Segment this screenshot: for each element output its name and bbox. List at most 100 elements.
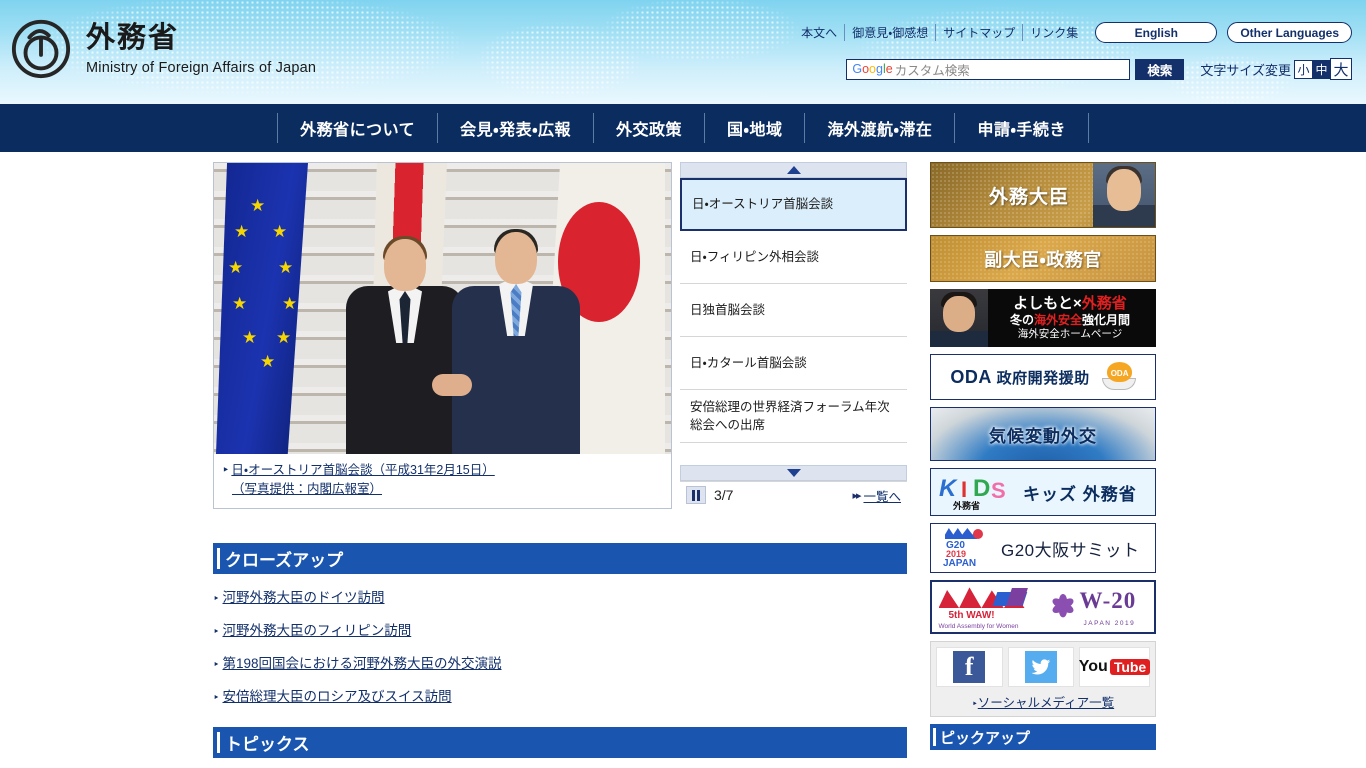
banner-climate-label: 気候変動外交 — [989, 426, 1097, 446]
w20-title: W-20 — [1079, 588, 1137, 613]
carousel-item-4[interactable]: 安倍総理の世界経済フォーラム年次総会への出席 — [680, 390, 907, 443]
banner-foreign-minister-label: 外務大臣 — [989, 186, 1070, 208]
utility-nav-bottom: Google カスタム検索 検索 文字サイズ変更 小 中 大 — [846, 58, 1352, 80]
kids-logo-icon: K I D S 外務省 — [939, 473, 1015, 511]
search-submit-button[interactable]: 検索 — [1135, 58, 1185, 80]
pickup-heading: ピックアップ — [930, 724, 1156, 750]
g20-mark-line3: JAPAN — [943, 558, 977, 569]
yoshimoto-line1-b: 外務省 — [1081, 294, 1127, 312]
utility-links: 本文へ 御意見・御感想 サイトマップ リンク集 — [794, 24, 1085, 41]
banner-waw-w20[interactable]: 5th WAW! World Assembly for Women W-20 J… — [930, 580, 1156, 634]
facebook-link[interactable]: f — [936, 647, 1003, 687]
banner-yoshimoto-safety[interactable]: よしもと×外務省 冬の海外安全強化月間 海外安全ホームページ — [930, 289, 1156, 347]
carousel-item-3[interactable]: 日・カタール首脳会談 — [680, 337, 907, 390]
oda-mascot-icon: ODA — [1101, 362, 1136, 392]
waw-logo-icon: 5th WAW! World Assembly for Women — [935, 584, 1043, 630]
banner-vice-minister-label: 副大臣・政務官 — [984, 249, 1102, 270]
utility-link-skip[interactable]: 本文へ — [794, 24, 846, 41]
nav-item-travel[interactable]: 海外渡航・滞在 — [804, 113, 954, 143]
closeup-link-1[interactable]: 河野外務大臣のフィリピン訪問 — [223, 623, 412, 638]
closeup-link-0[interactable]: 河野外務大臣のドイツ訪問 — [223, 590, 385, 605]
search-placeholder: カスタム検索 — [894, 63, 970, 78]
carousel-scroll-up-button[interactable] — [680, 162, 907, 178]
yoshimoto-line2-b: 海外安全 — [1033, 313, 1082, 328]
twitter-link[interactable] — [1007, 647, 1074, 687]
closeup-heading: クローズアップ — [213, 542, 907, 574]
social-media-box: f You Tube ‣ソーシャルメディア一覧 — [930, 641, 1156, 717]
font-size-large-button[interactable]: 大 — [1330, 58, 1352, 80]
triangle-up-icon — [786, 166, 801, 174]
banner-kids-mofa[interactable]: K I D S 外務省 キッズ 外務省 — [930, 468, 1156, 516]
carousel-caption: ‣ 日・オーストリア首脳会談（平成31年2月15日） （写真提供：内閣広報室） — [214, 454, 671, 508]
carousel-list-link[interactable]: 一覧へ — [863, 486, 901, 505]
carousel-item-2[interactable]: 日独首脳会談 — [680, 284, 907, 337]
banner-vice-minister[interactable]: 副大臣・政務官 — [930, 235, 1156, 282]
nav-item-policy[interactable]: 外交政策 — [593, 113, 704, 143]
search-input[interactable]: Google カスタム検索 — [846, 58, 1131, 80]
utility-link-sitemap[interactable]: サイトマップ — [936, 24, 1024, 41]
minister-portrait — [1093, 163, 1155, 227]
oda-label: 政府開発援助 — [996, 369, 1090, 387]
w20-sub: JAPAN 2019 — [1083, 620, 1136, 627]
carousel-controls: 3/7 ▸▸ 一覧へ — [680, 480, 907, 509]
banner-oda[interactable]: ODA 政府開発援助 ODA — [930, 354, 1156, 400]
twitter-icon — [1024, 651, 1057, 683]
oda-acronym: ODA — [950, 366, 992, 387]
utility-nav-top: 本文へ 御意見・御感想 サイトマップ リンク集 English Other La… — [794, 22, 1352, 43]
banner-foreign-minister[interactable]: 外務大臣 — [930, 162, 1156, 228]
youtube-you-text: You — [1078, 658, 1108, 675]
fast-forward-icon[interactable]: ▸▸ — [852, 489, 861, 502]
person-kurz — [346, 236, 464, 454]
google-letter-o2: o — [869, 62, 876, 76]
carousel-list-link-group: ▸▸ 一覧へ — [852, 486, 901, 505]
carousel-photo[interactable]: ★ ★ ★ ★ ★ ★ ★ ★ ★ ★ — [214, 163, 671, 454]
banner-g20-osaka[interactable]: G20 2019 JAPAN G20大阪サミット — [930, 523, 1156, 573]
google-letter-g2: g — [876, 62, 883, 76]
nav-item-procedures[interactable]: 申請・手続き — [954, 113, 1089, 143]
yoshimoto-line2-c: 強化月間 — [1082, 313, 1131, 328]
bullet-icon: ‣ — [213, 625, 220, 638]
list-item: ‣ 安倍総理大臣のロシア及びスイス訪問 — [213, 685, 907, 705]
banner-kids-label: キッズ 外務省 — [1023, 484, 1137, 504]
site-brand[interactable]: 外務省 Ministry of Foreign Affairs of Japan — [10, 18, 316, 80]
carousel-list: 日・オーストリア首脳会談 日・フィリピン外相会談 日独首脳会談 日・カタール首脳… — [680, 162, 907, 509]
kids-letter-s: S — [991, 478, 1006, 503]
other-languages-button[interactable]: Other Languages — [1227, 22, 1352, 43]
closeup-link-list: ‣ 河野外務大臣のドイツ訪問 ‣ 河野外務大臣のフィリピン訪問 ‣ 第198回国会にお… — [213, 586, 907, 705]
handshake — [432, 374, 472, 396]
w20-logo-icon: W-20 JAPAN 2019 — [1048, 586, 1152, 628]
carousel-scroll-down-button[interactable] — [680, 464, 907, 481]
yoshimoto-portrait — [930, 289, 988, 347]
social-media-list-link[interactable]: ソーシャルメディア一覧 — [978, 696, 1114, 710]
facebook-icon: f — [953, 651, 986, 683]
nav-item-press[interactable]: 会見・発表・広報 — [437, 113, 593, 143]
site-title-en: Ministry of Foreign Affairs of Japan — [86, 59, 317, 76]
waw-left-title: 5th WAW! — [948, 610, 995, 621]
closeup-link-2[interactable]: 第198回国会における河野外務大臣の外交演説 — [223, 656, 502, 671]
news-carousel: ★ ★ ★ ★ ★ ★ ★ ★ ★ ★ ‣ 日・オーストリア首脳会談（平成31年… — [213, 162, 907, 509]
list-item: ‣ 河野外務大臣のフィリピン訪問 — [213, 619, 907, 639]
font-size-label: 文字サイズ変更 — [1200, 62, 1291, 78]
font-size-small-button[interactable]: 小 — [1294, 59, 1313, 79]
sidebar: 外務大臣 副大臣・政務官 よしもと×外務省 冬の海外安全強化月間 海外安全ホーム… — [916, 162, 1366, 758]
utility-link-links[interactable]: リンク集 — [1023, 24, 1085, 41]
banner-climate-diplomacy[interactable]: 気候変動外交 — [930, 407, 1156, 461]
nav-item-countries[interactable]: 国・地域 — [704, 113, 804, 143]
closeup-link-3[interactable]: 安倍総理大臣のロシア及びスイス訪問 — [223, 689, 452, 704]
google-letter-g1: G — [852, 62, 863, 76]
youtube-link[interactable]: You Tube — [1078, 647, 1151, 687]
carousel-caption-line1[interactable]: 日・オーストリア首脳会談（平成31年2月15日） — [231, 463, 494, 477]
carousel-caption-line2[interactable]: （写真提供：内閣広報室） — [232, 482, 382, 496]
font-size-medium-button[interactable]: 中 — [1312, 59, 1331, 79]
carousel-item-1[interactable]: 日・フィリピン外相会談 — [680, 231, 907, 284]
utility-link-feedback[interactable]: 御意見・御感想 — [845, 24, 937, 41]
carousel-pause-button[interactable] — [686, 486, 706, 504]
list-item: ‣ 河野外務大臣のドイツ訪問 — [213, 586, 907, 606]
oda-mascot-text: ODA — [1110, 369, 1129, 378]
site-title-jp: 外務省 — [86, 21, 180, 54]
english-button[interactable]: English — [1095, 22, 1218, 43]
person-abe — [452, 229, 580, 454]
carousel-item-0[interactable]: 日・オーストリア首脳会談 — [680, 178, 907, 231]
nav-item-about[interactable]: 外務省について — [277, 113, 437, 143]
g20-logo-icon: G20 2019 JAPAN — [941, 527, 987, 569]
